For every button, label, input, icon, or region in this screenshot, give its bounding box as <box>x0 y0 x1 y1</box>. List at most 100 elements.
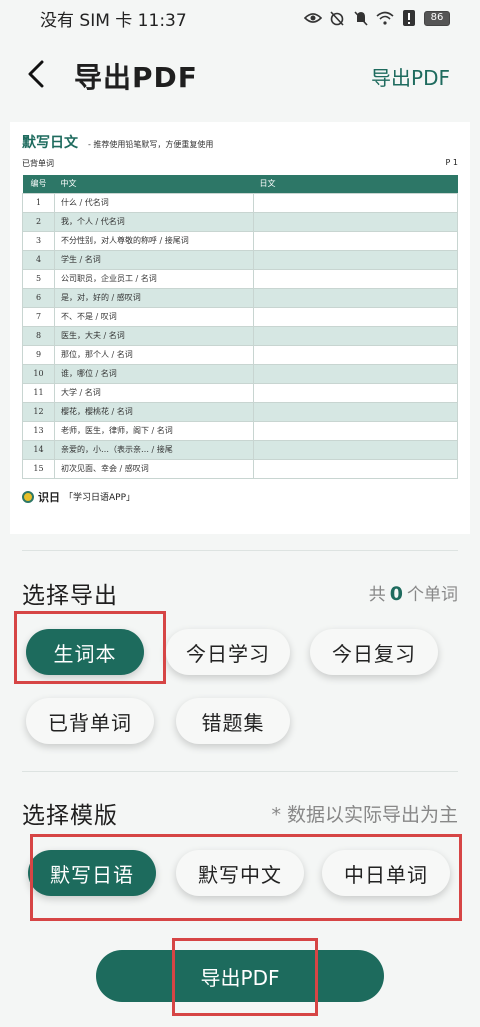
divider <box>22 771 458 772</box>
preview-page-number: P 1 <box>445 158 458 167</box>
row-number: 14 <box>22 439 55 460</box>
word-count-suffix: 个单词 <box>407 585 458 605</box>
export-option-wrong-answers[interactable]: 错题集 <box>176 698 290 744</box>
export-option-vocab-book[interactable]: 生词本 <box>26 629 144 675</box>
status-icons: 86 <box>304 9 450 27</box>
mute-icon <box>352 9 370 27</box>
word-count: 共 0 个单词 <box>369 580 458 605</box>
table-row: 12 樱花，樱桃花 / 名词 <box>22 401 458 422</box>
row-number: 7 <box>22 306 55 327</box>
pdf-preview: 默写日文 - 推荐使用铅笔默写，方便重复使用 已背单词 P 1 编号 中文 日文… <box>10 122 470 534</box>
row-japanese <box>253 268 458 289</box>
row-chinese: 医生，大夫 / 名词 <box>54 325 254 346</box>
row-chinese: 公司职员，企业员工 / 名词 <box>54 268 254 289</box>
template-section-title: 选择模版 <box>22 803 118 829</box>
row-japanese <box>253 382 458 403</box>
row-chinese: 那位，那个人 / 名词 <box>54 344 254 365</box>
status-carrier-time: 没有 SIM 卡 11:37 <box>40 10 187 31</box>
battery-indicator: 86 <box>424 10 450 26</box>
row-number: 2 <box>22 211 55 232</box>
row-chinese: 大学 / 名词 <box>54 382 254 403</box>
row-number: 1 <box>22 192 55 213</box>
table-row: 6 是，对，好的 / 感叹词 <box>22 287 458 308</box>
word-count-prefix: 共 <box>368 585 386 605</box>
template-option-write-chinese[interactable]: 默写中文 <box>176 850 304 896</box>
row-chinese: 不、不是 / 叹词 <box>54 306 254 327</box>
export-section-title: 选择导出 <box>22 583 118 609</box>
table-row: 11 大学 / 名词 <box>22 382 458 403</box>
row-chinese: 亲爱的，小…（表示亲… / 接尾 <box>54 439 254 460</box>
app-logo-icon <box>22 490 34 503</box>
row-chinese: 我，个人 / 代名词 <box>54 211 254 232</box>
back-button[interactable] <box>18 56 54 92</box>
column-header-number: 编号 <box>22 175 55 193</box>
preview-brand-tag: 「学习日语APP」 <box>64 493 136 503</box>
preview-subtitle: - 推荐使用铅笔默写，方便重复使用 <box>88 140 214 149</box>
row-number: 11 <box>22 382 55 403</box>
row-japanese <box>253 211 458 232</box>
header: 导出PDF 导出PDF <box>0 44 480 108</box>
page-title: 导出PDF <box>74 61 198 94</box>
alert-icon <box>400 9 418 27</box>
row-japanese <box>253 192 458 213</box>
table-row: 15 初次见面、幸会 / 感叹词 <box>22 458 458 479</box>
row-number: 10 <box>22 363 55 384</box>
row-japanese <box>253 363 458 384</box>
row-chinese: 樱花，樱桃花 / 名词 <box>54 401 254 422</box>
export-pdf-button[interactable]: 导出PDF <box>96 950 384 1002</box>
row-number: 13 <box>22 420 55 441</box>
row-number: 9 <box>22 344 55 365</box>
row-japanese <box>253 249 458 270</box>
row-chinese: 老师，医生，律师，阁下 / 名词 <box>54 420 254 441</box>
row-japanese <box>253 401 458 422</box>
preview-list-name: 已背单词 <box>22 159 54 168</box>
column-header-japanese: 日文 <box>253 175 458 193</box>
row-chinese: 不分性别，对人尊敬的称呼 / 接尾词 <box>54 230 254 251</box>
chevron-left-icon <box>28 60 44 88</box>
export-option-memorized-words[interactable]: 已背单词 <box>26 698 154 744</box>
table-row: 5 公司职员，企业员工 / 名词 <box>22 268 458 289</box>
table-row: 8 医生，大夫 / 名词 <box>22 325 458 346</box>
row-japanese <box>253 439 458 460</box>
table-row: 13 老师，医生，律师，阁下 / 名词 <box>22 420 458 441</box>
row-chinese: 学生 / 名词 <box>54 249 254 270</box>
template-option-cn-jp-words[interactable]: 中日单词 <box>322 850 450 896</box>
table-row: 2 我，个人 / 代名词 <box>22 211 458 232</box>
table-row: 14 亲爱的，小…（表示亲… / 接尾 <box>22 439 458 460</box>
alarm-off-icon <box>328 9 346 27</box>
row-number: 4 <box>22 249 55 270</box>
preview-title: 默写日文 <box>22 135 78 151</box>
eye-icon <box>304 9 322 27</box>
row-japanese <box>253 306 458 327</box>
template-note: * 数据以实际导出为主 <box>271 804 458 826</box>
row-chinese: 什么 / 代名词 <box>54 192 254 213</box>
row-japanese <box>253 325 458 346</box>
row-chinese: 是，对，好的 / 感叹词 <box>54 287 254 308</box>
row-number: 8 <box>22 325 55 346</box>
row-japanese <box>253 344 458 365</box>
word-count-value: 0 <box>389 583 403 605</box>
row-number: 6 <box>22 287 55 308</box>
row-japanese <box>253 287 458 308</box>
export-option-today-study[interactable]: 今日学习 <box>166 629 290 675</box>
export-option-today-review[interactable]: 今日复习 <box>310 629 438 675</box>
row-number: 5 <box>22 268 55 289</box>
row-number: 3 <box>22 230 55 251</box>
table-row: 9 那位，那个人 / 名词 <box>22 344 458 365</box>
table-row: 3 不分性别，对人尊敬的称呼 / 接尾词 <box>22 230 458 251</box>
row-japanese <box>253 420 458 441</box>
status-bar: 没有 SIM 卡 11:37 86 <box>0 0 480 36</box>
preview-brand: 识日 <box>38 490 60 504</box>
row-number: 12 <box>22 401 55 422</box>
preview-footer: 识日 「学习日语APP」 <box>22 489 458 505</box>
table-row: 7 不、不是 / 叹词 <box>22 306 458 327</box>
divider <box>22 550 458 551</box>
row-chinese: 谁，哪位 / 名词 <box>54 363 254 384</box>
row-japanese <box>253 230 458 251</box>
column-header-chinese: 中文 <box>54 175 254 193</box>
table-row: 10 谁，哪位 / 名词 <box>22 363 458 384</box>
template-option-write-japanese[interactable]: 默写日语 <box>28 850 156 896</box>
row-japanese <box>253 458 458 479</box>
header-export-link[interactable]: 导出PDF <box>371 62 450 91</box>
table-row: 4 学生 / 名词 <box>22 249 458 270</box>
